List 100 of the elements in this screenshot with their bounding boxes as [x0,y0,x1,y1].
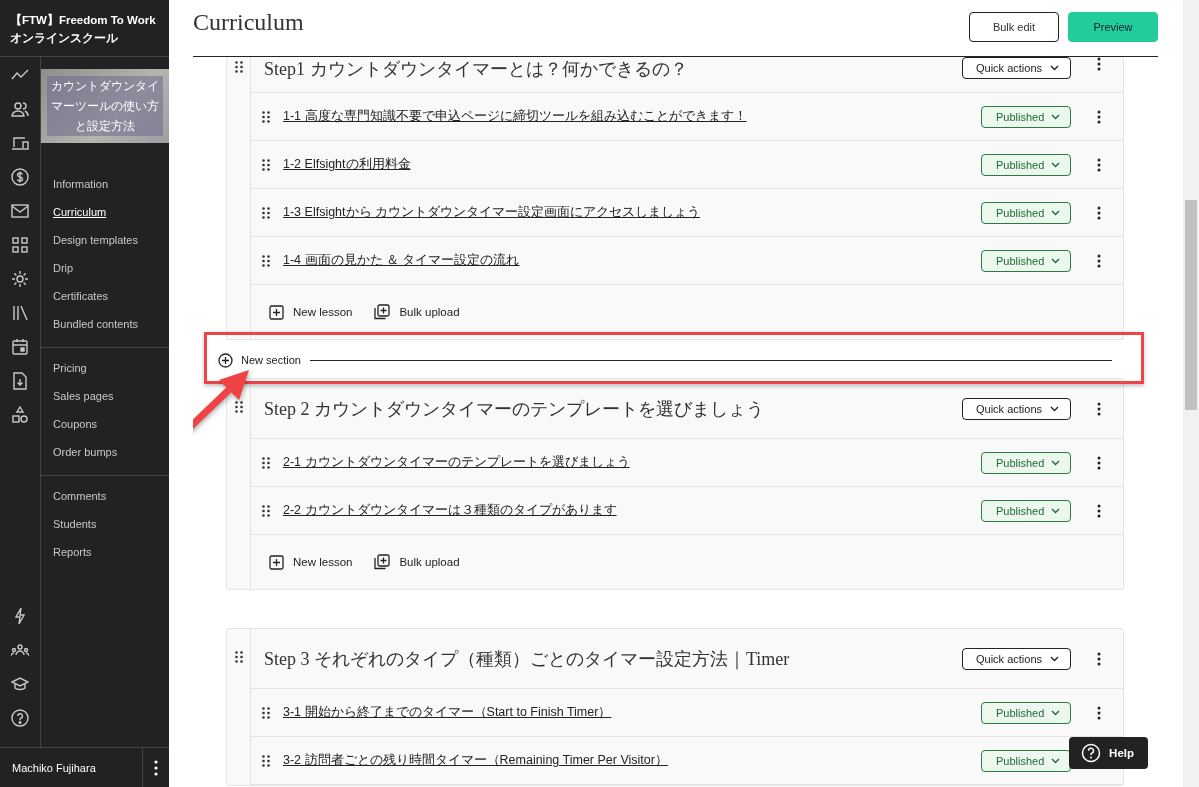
lesson-drag-handle-icon[interactable] [262,254,270,267]
grid-icon[interactable] [11,236,29,254]
new-section-button[interactable]: New section [212,350,301,368]
document-download-icon[interactable] [11,372,29,390]
scrollbar[interactable] [1183,0,1199,787]
lesson-link[interactable]: 3-2 訪問者ごとの残り時間タイマー（Remaining Timer Per Visitor） [283,752,968,769]
lesson-drag-handle-icon[interactable] [262,706,270,719]
nav-item[interactable]: Pricing [41,354,87,382]
nav-item[interactable]: Curriculum [41,198,107,226]
status-dropdown[interactable]: Published [981,749,1071,772]
chevron-down-icon [1051,257,1060,264]
status-dropdown[interactable]: Published [981,451,1071,474]
chevron-down-icon [1051,709,1060,716]
section-title: Step 2 カウントダウンタイマーのテンプレートを選びましょう [264,397,765,421]
chevron-down-icon [1050,405,1059,412]
brand-name: 【FTW】Freedom To Work [10,12,156,28]
envelope-icon[interactable] [11,202,29,220]
shapes-icon[interactable] [11,406,29,424]
more-options-icon[interactable] [1097,705,1101,720]
status-dropdown[interactable]: Published [981,105,1071,128]
more-options-icon[interactable] [1097,401,1101,416]
status-dropdown[interactable]: Published [981,153,1071,176]
chevron-down-icon [1051,507,1060,514]
chevron-down-icon [1051,209,1060,216]
lesson-drag-handle-icon[interactable] [262,158,270,171]
more-options-icon[interactable] [1097,651,1101,666]
lesson-drag-handle-icon[interactable] [262,110,270,123]
section-drag-handle-icon[interactable] [234,61,243,73]
library-icon[interactable] [11,304,29,322]
help-button[interactable]: Help [1069,737,1148,769]
brand-subtitle: オンラインスクール [10,31,118,46]
section-title: Step 3 それぞれのタイプ（種類）ごとのタイマー設定方法｜Timer [264,647,791,671]
status-dropdown[interactable]: Published [981,701,1071,724]
status-dropdown[interactable]: Published [981,249,1071,272]
new-lesson-button[interactable]: New lesson [267,302,355,322]
preview-button[interactable]: Preview [1068,12,1158,42]
stacked-plus-icon [374,304,391,320]
nav-item[interactable]: Comments [41,482,107,510]
more-options-icon[interactable] [1097,157,1101,172]
more-options-icon[interactable] [1097,205,1101,220]
plus-circle-icon [218,352,233,368]
devices-icon[interactable] [11,134,29,152]
more-options-icon[interactable] [1097,57,1101,71]
lesson-link[interactable]: 2-1 カウントダウンタイマーのテンプレートを選びましょう [283,454,968,471]
lesson-link[interactable]: 1-1 高度な専門知識不要で申込ページに締切ツールを組み込むことができます！ [283,108,968,125]
lesson-link[interactable]: 3-1 開始から終了までのタイマー（Start to Finish Timer） [283,704,968,721]
nav-item[interactable]: Order bumps [41,438,118,466]
chevron-down-icon [1051,459,1060,466]
quick-actions-dropdown[interactable]: Quick actions [961,397,1071,420]
more-options-icon[interactable] [1097,503,1101,518]
bulk-edit-button[interactable]: Bulk edit [969,12,1059,42]
quick-actions-dropdown[interactable]: Quick actions [961,647,1071,670]
more-options-icon[interactable] [1097,109,1101,124]
graduation-cap-icon[interactable] [11,675,29,693]
status-dropdown[interactable]: Published [981,201,1071,224]
course-thumbnail-title: カウントダウンタイマーツールの使い方と設定方法 [47,76,163,136]
people-icon[interactable] [11,100,29,118]
nav-item[interactable]: Reports [41,538,92,566]
nav-item[interactable]: Certificates [41,282,109,310]
status-dropdown[interactable]: Published [981,499,1071,522]
nav-item[interactable]: Design templates [41,226,138,254]
bulk-upload-button[interactable]: Bulk upload [372,552,462,572]
new-lesson-button[interactable]: New lesson [267,552,355,572]
more-options-icon[interactable] [1097,455,1101,470]
plus-square-icon [269,554,284,570]
group-icon[interactable] [11,641,29,659]
lesson-drag-handle-icon[interactable] [262,504,270,517]
question-circle-icon [1081,743,1102,763]
bulk-upload-button[interactable]: Bulk upload [372,302,462,322]
nav-item[interactable]: Information [41,170,109,198]
chevron-down-icon [1051,161,1060,168]
section-drag-handle-icon[interactable] [234,651,243,663]
nav-item[interactable]: Drip [41,254,74,282]
lesson-link[interactable]: 2-2 カウントダウンタイマーは３種類のタイプがあります [283,502,968,519]
quick-actions-dropdown[interactable]: Quick actions [961,57,1071,79]
nav-item[interactable]: Sales pages [41,382,114,410]
section-drag-handle-icon[interactable] [234,401,243,413]
nav-item[interactable]: Coupons [41,410,98,438]
help-icon[interactable] [11,709,29,727]
lesson-link[interactable]: 1-2 Elfsightの利用料金 [283,156,968,173]
calendar-icon[interactable] [11,338,29,356]
lesson-drag-handle-icon[interactable] [262,754,270,767]
more-options-icon[interactable] [154,759,158,776]
chevron-down-icon [1051,113,1060,120]
lesson-link[interactable]: 1-3 Elfsightから カウントダウンタイマー設定画面にアクセスしましょう [283,204,968,221]
chevron-down-icon [1050,65,1059,71]
page-title: Curriculum [193,8,304,36]
nav-item[interactable]: Students [41,510,97,538]
chevron-down-icon [1051,757,1060,764]
chevron-down-icon [1050,655,1059,662]
plus-square-icon [269,304,284,320]
nav-item[interactable]: Bundled contents [41,310,138,338]
lesson-drag-handle-icon[interactable] [262,456,270,469]
user-name: Machiko Fujihara [11,761,97,774]
stacked-plus-icon [374,554,391,570]
lesson-drag-handle-icon[interactable] [262,206,270,219]
section-title: Step1 カウントダウンタイマーとは？何かできるの？ [264,58,689,81]
dollar-circle-icon[interactable] [11,168,29,186]
more-options-icon[interactable] [1097,253,1101,268]
lesson-link[interactable]: 1-4 画面の見かた ＆ タイマー設定の流れ [283,252,968,269]
